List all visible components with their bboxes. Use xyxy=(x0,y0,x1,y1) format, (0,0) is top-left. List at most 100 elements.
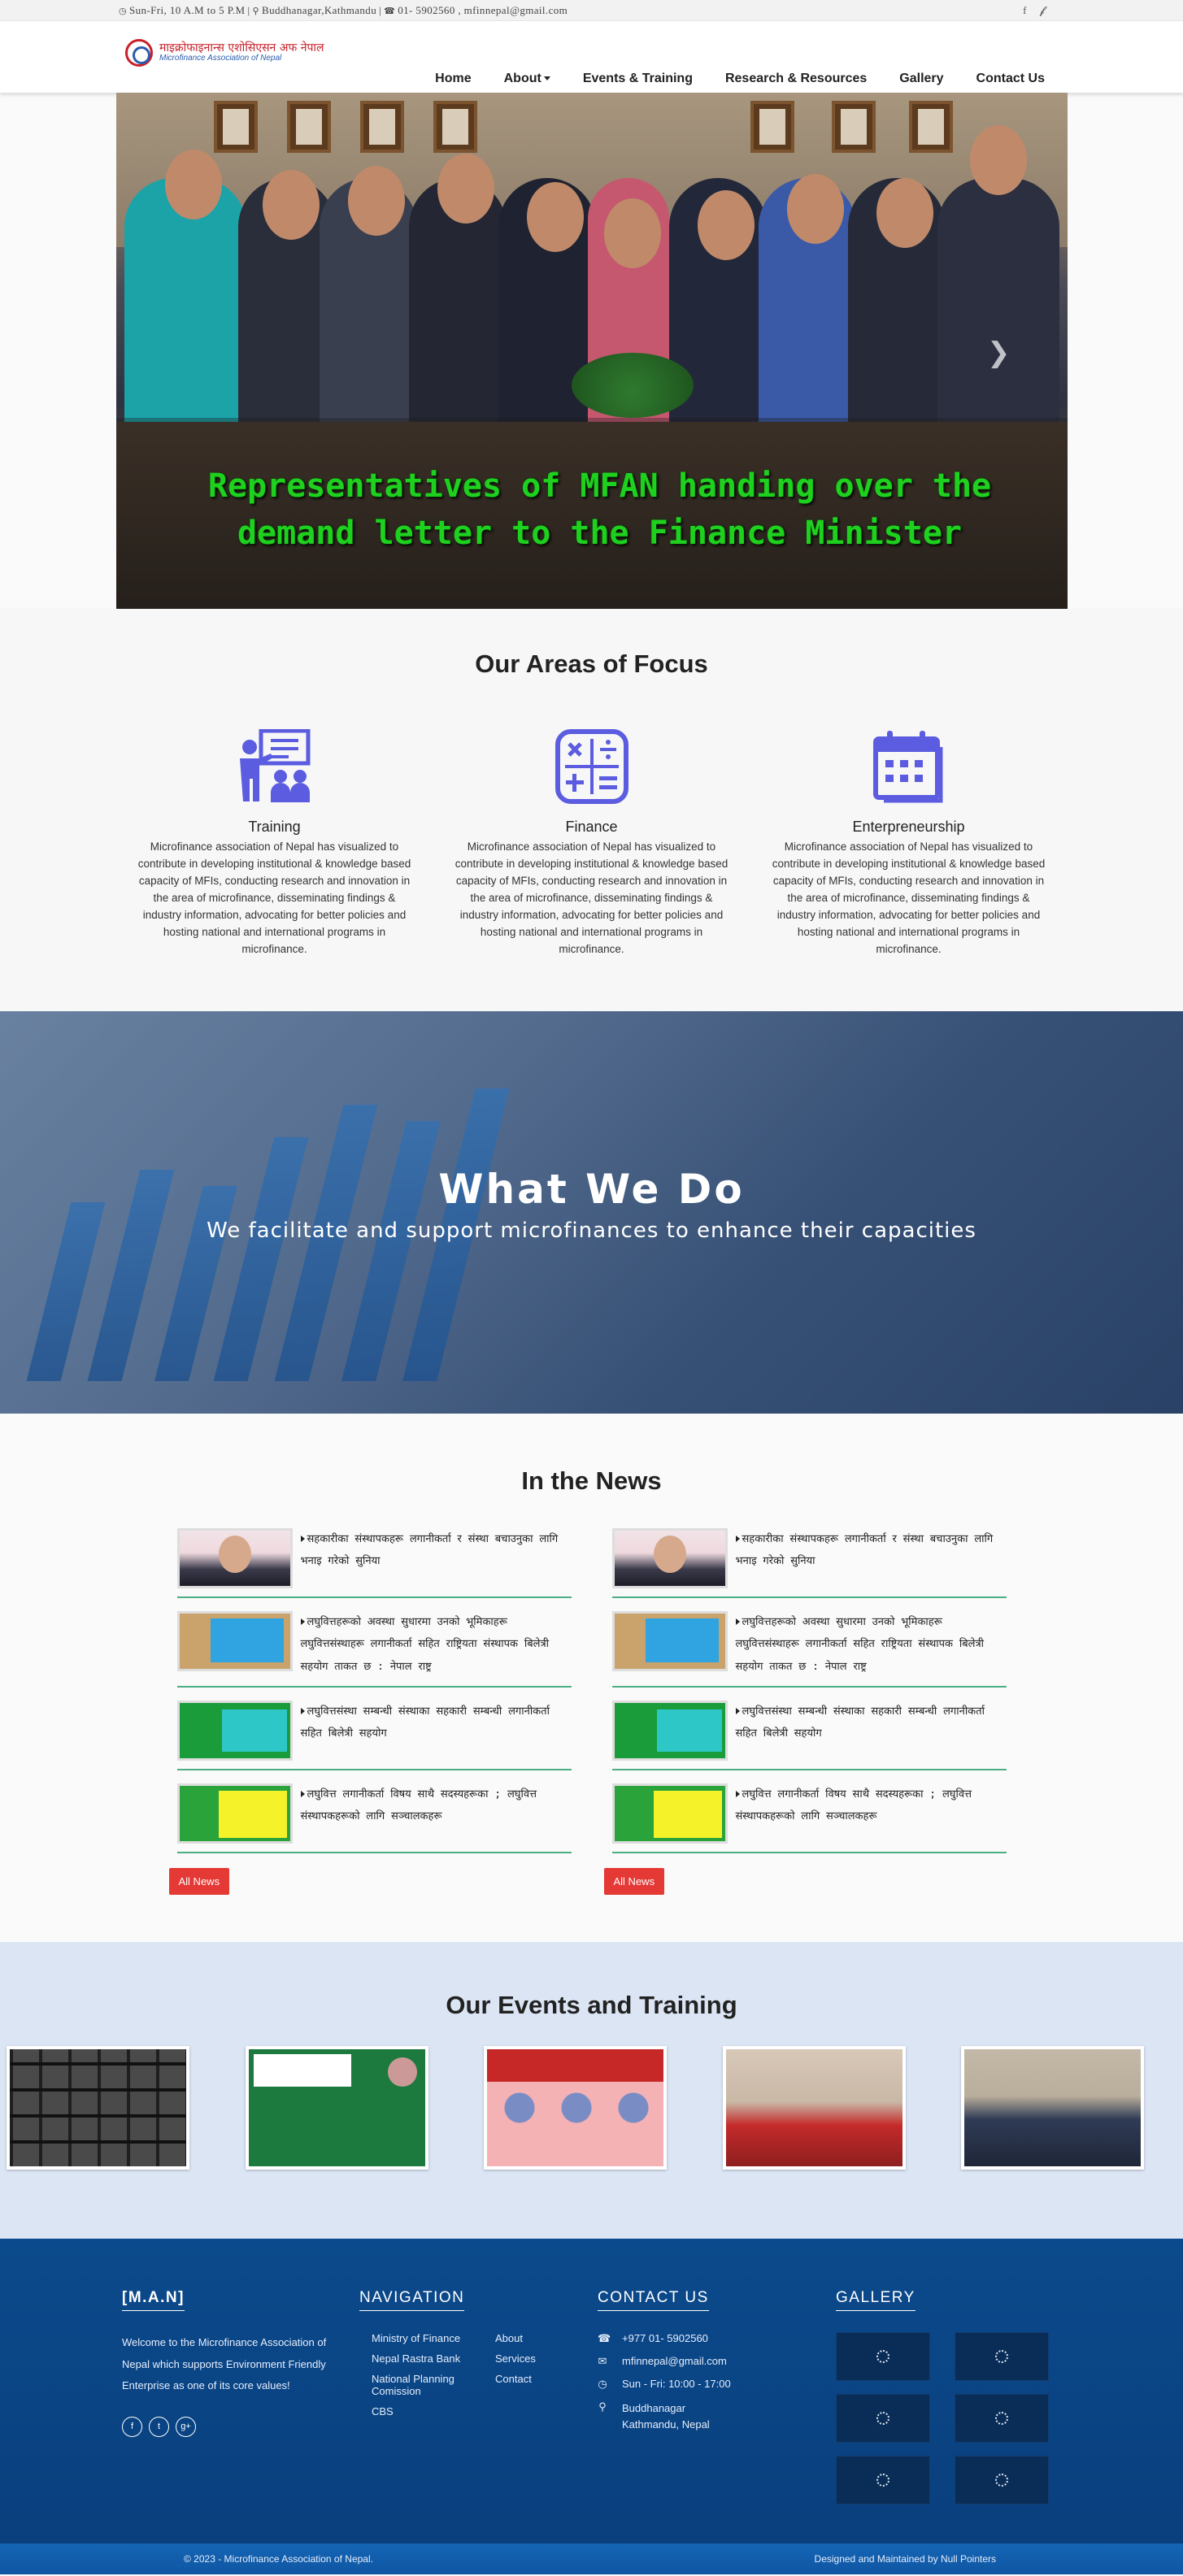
gallery-thumbnail[interactable] xyxy=(836,2456,930,2504)
footer-link-ministry-of-finance[interactable]: Ministry of Finance xyxy=(372,2332,495,2344)
gallery-thumbnail[interactable] xyxy=(955,2456,1049,2504)
facebook-icon[interactable]: f xyxy=(122,2416,142,2437)
site-logo[interactable]: माइक्रोफाइनान्स एशोसिएसन अफ नेपाल Microf… xyxy=(125,39,324,67)
event-thumbnail[interactable] xyxy=(484,2046,667,2170)
loading-spinner-icon xyxy=(995,2474,1008,2487)
footer-link-contact[interactable]: Contact xyxy=(495,2373,568,2397)
nav-about-label: About xyxy=(503,72,541,85)
focus-card-text: Microfinance association of Nepal has vi… xyxy=(454,841,729,955)
footer-link-national-planning[interactable]: National Planning Comission xyxy=(372,2373,495,2397)
news-headline[interactable]: सहकारीका संस्थापकहरू लगानीकर्ता र संस्था… xyxy=(736,1533,994,1567)
focus-card-title: Enterpreneurship xyxy=(852,819,965,835)
news-thumbnail[interactable] xyxy=(611,1528,728,1588)
twitter-icon[interactable]: t xyxy=(149,2416,169,2437)
event-thumbnail[interactable] xyxy=(722,2046,906,2170)
nav-events[interactable]: Events & Training xyxy=(583,72,693,86)
news-headline[interactable]: लघुवित्तहरूको अवस्था सुधारमा उनको भूमिका… xyxy=(301,1616,550,1673)
gallery-thumbnail[interactable] xyxy=(836,2394,930,2443)
news-item[interactable]: लघुवित्तसंस्था सम्बन्धी संस्थाका सहकारी … xyxy=(176,1700,572,1770)
site-header: माइक्रोफाइनान्स एशोसिएसन अफ नेपाल Microf… xyxy=(0,21,1183,93)
footer-hours: Sun - Fri: 10:00 - 17:00 xyxy=(622,2378,731,2390)
hero-carousel[interactable]: Representatives of MFAN handing over the… xyxy=(115,93,1068,609)
facebook-icon[interactable]: f xyxy=(1023,4,1026,17)
news-headline[interactable]: लघुवित्तसंस्था सम्बन्धी संस्थाका सहकारी … xyxy=(301,1705,550,1740)
photo-head xyxy=(164,150,222,219)
main-nav: Home About Events & Training Research & … xyxy=(435,72,1045,86)
nav-home[interactable]: Home xyxy=(435,72,471,86)
footer-link-nepal-rastra-bank[interactable]: Nepal Rastra Bank xyxy=(372,2352,495,2365)
photo-plant xyxy=(571,353,694,418)
news-item[interactable]: लघुवित्तहरूको अवस्था सुधारमा उनको भूमिका… xyxy=(611,1611,1007,1688)
what-we-do-subtitle: We facilitate and support microfinances … xyxy=(207,1218,976,1243)
photo-head xyxy=(969,125,1027,195)
photo-head xyxy=(603,198,661,268)
news-headline[interactable]: लघुवित्त लगानीकर्ता विषय साथै सदस्यहरूका… xyxy=(301,1788,537,1822)
google-plus-icon[interactable]: g+ xyxy=(176,2416,196,2437)
footer-navigation: NAVIGATION Ministry of Finance About Nep… xyxy=(359,2289,568,2417)
footer-phone: +977 01- 5902560 xyxy=(622,2332,708,2344)
nav-about[interactable]: About xyxy=(504,72,550,86)
focus-title: Our Areas of Focus xyxy=(475,649,708,678)
events-carousel xyxy=(0,2046,1183,2170)
news-item[interactable]: सहकारीका संस्थापकहरू लगानीकर्ता र संस्था… xyxy=(611,1528,1007,1598)
what-we-do-banner: What We Do We facilitate and support mic… xyxy=(0,1011,1183,1414)
hero-caption: Representatives of MFAN handing over the… xyxy=(207,467,992,552)
gallery-thumbnail[interactable] xyxy=(955,2332,1049,2381)
event-thumbnail[interactable] xyxy=(961,2046,1144,2170)
phone-icon: ☎ xyxy=(598,2332,611,2344)
events-title: Our Events and Training xyxy=(446,1991,737,2019)
chevron-right-icon[interactable]: ❯ xyxy=(987,337,1011,369)
gallery-thumbnail[interactable] xyxy=(836,2332,930,2381)
news-item[interactable]: लघुवित्तहरूको अवस्था सुधारमा उनको भूमिका… xyxy=(176,1611,572,1688)
logo-nepali-text: माइक्रोफाइनान्स एशोसिएसन अफ नेपाल xyxy=(159,41,324,55)
footer-link-cbs[interactable]: CBS xyxy=(372,2405,495,2417)
top-social: f 𝓯 xyxy=(1023,4,1045,17)
news-thumbnail[interactable] xyxy=(176,1611,293,1671)
caret-right-icon xyxy=(735,1790,740,1797)
nav-gallery[interactable]: Gallery xyxy=(899,72,943,86)
news-headline[interactable]: लघुवित्तहरूको अवस्था सुधारमा उनको भूमिका… xyxy=(736,1616,985,1673)
wall-portrait xyxy=(831,101,876,153)
photo-head xyxy=(347,166,405,236)
focus-card-title: Finance xyxy=(565,819,618,835)
footer-nav-title: NAVIGATION xyxy=(359,2289,465,2311)
news-thumbnail[interactable] xyxy=(176,1528,293,1588)
news-item[interactable]: लघुवित्त लगानीकर्ता विषय साथै सदस्यहरूका… xyxy=(176,1783,572,1853)
footer-link-services[interactable]: Services xyxy=(495,2352,568,2365)
footer-gallery-title: GALLERY xyxy=(836,2289,916,2311)
news-headline[interactable]: लघुवित्त लगानीकर्ता विषय साथै सदस्यहरूका… xyxy=(736,1788,972,1822)
caret-right-icon xyxy=(735,1707,740,1714)
nav-contact[interactable]: Contact Us xyxy=(976,72,1045,86)
photo-head xyxy=(526,182,584,252)
in-the-news: In the News सहकारीका संस्थापकहरू लगानीकर… xyxy=(0,1414,1183,1942)
news-thumbnail[interactable] xyxy=(176,1783,293,1844)
all-news-button[interactable]: All News xyxy=(603,1867,665,1895)
twitter-icon[interactable]: 𝓯 xyxy=(1040,4,1046,17)
news-thumbnail[interactable] xyxy=(611,1783,728,1844)
news-thumbnail[interactable] xyxy=(611,1700,728,1761)
footer-link-about[interactable]: About xyxy=(495,2332,568,2344)
loading-spinner-icon xyxy=(876,2412,889,2425)
news-item[interactable]: लघुवित्त लगानीकर्ता विषय साथै सदस्यहरूका… xyxy=(611,1783,1007,1853)
photo-head xyxy=(262,170,320,240)
event-thumbnail[interactable] xyxy=(7,2046,189,2170)
news-item[interactable]: सहकारीका संस्थापकहरू लगानीकर्ता र संस्था… xyxy=(176,1528,572,1598)
caret-right-icon xyxy=(735,1536,740,1542)
news-thumbnail[interactable] xyxy=(176,1700,293,1761)
focus-card-finance: Finance Microfinance association of Nepa… xyxy=(433,729,750,958)
news-thumbnail[interactable] xyxy=(611,1611,728,1671)
event-thumbnail[interactable] xyxy=(245,2046,428,2170)
news-item[interactable]: लघुवित्तसंस्था सम्बन्धी संस्थाका सहकारी … xyxy=(611,1700,1007,1770)
news-headline[interactable]: लघुवित्तसंस्था सम्बन्धी संस्थाका सहकारी … xyxy=(736,1705,985,1740)
footer-email[interactable]: mfinnepal@gmail.com xyxy=(622,2355,727,2367)
clock-icon: ◷ xyxy=(598,2378,607,2390)
gallery-thumbnail[interactable] xyxy=(955,2394,1049,2443)
wall-portrait xyxy=(213,101,258,153)
photo-head xyxy=(876,178,933,248)
news-headline[interactable]: सहकारीका संस्थापकहरू लगानीकर्ता र संस्था… xyxy=(301,1533,559,1567)
focus-card-training: Training Microfinance association of Nep… xyxy=(116,728,433,958)
photo-head xyxy=(697,190,755,260)
nav-research[interactable]: Research & Resources xyxy=(725,72,867,86)
office-hours: Sun-Fri, 10 A.M to 5 P.M xyxy=(129,4,246,16)
all-news-button[interactable]: All News xyxy=(168,1867,230,1895)
